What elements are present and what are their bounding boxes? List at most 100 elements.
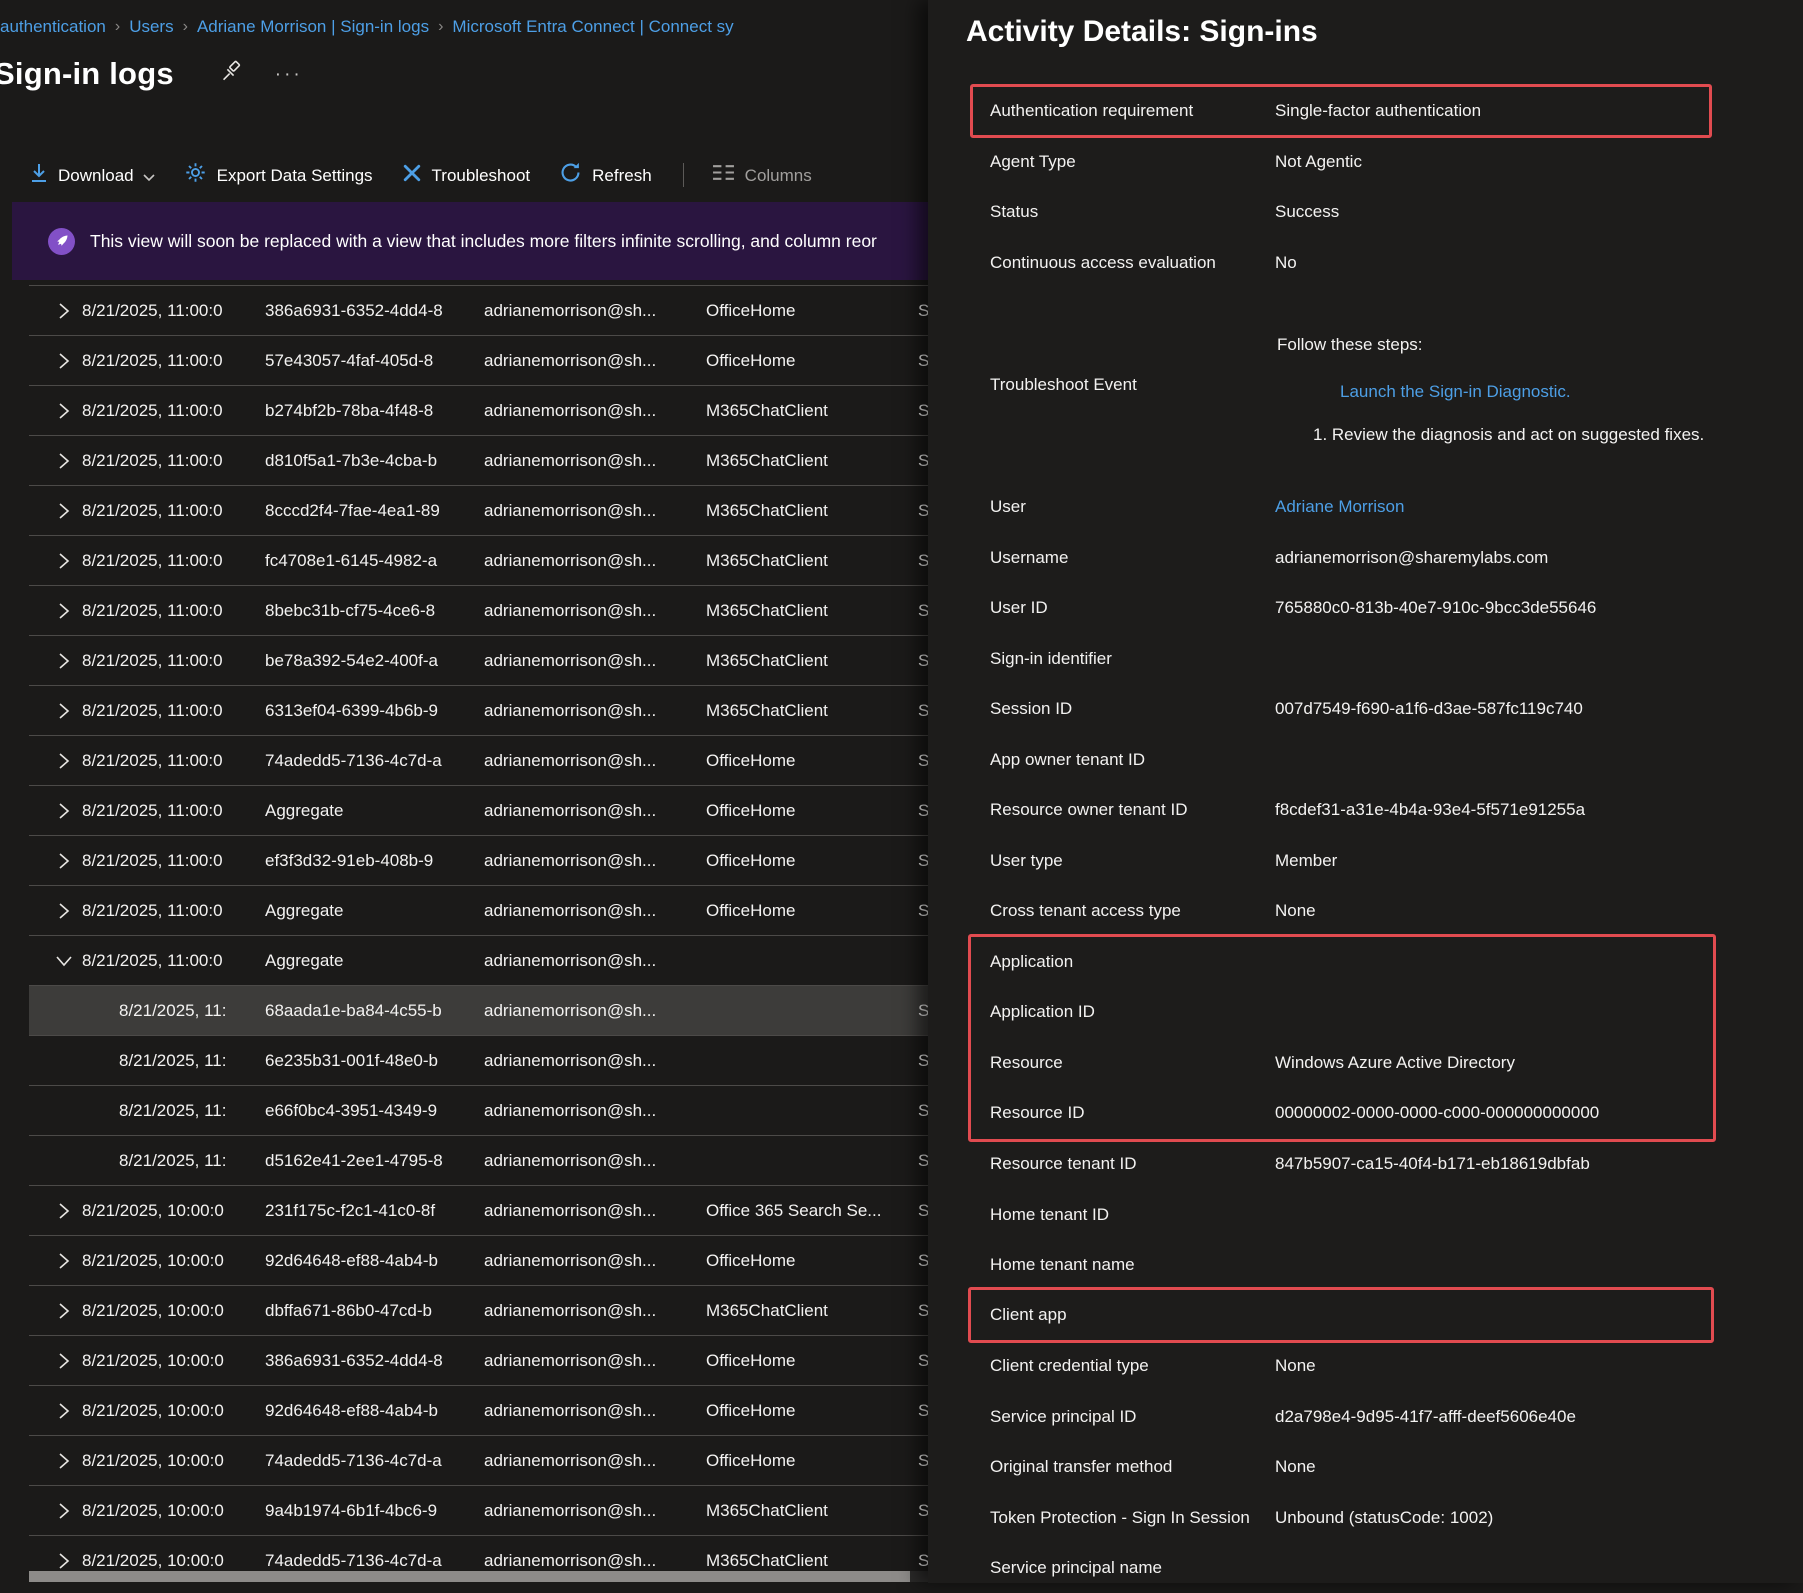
chevron-right-icon[interactable] [51,736,77,786]
table-row[interactable]: 8/21/2025, 11:00:074adedd5-7136-4c7d-aad… [29,735,928,785]
row-username: adrianemorrison@sh... [484,736,656,786]
detail-value: No [1275,253,1297,273]
chevron-right-icon[interactable] [51,386,77,436]
row-application: M365ChatClient [706,636,828,686]
detail-value: None [1275,1356,1316,1376]
row-date: 8/21/2025, 11:00:0 [82,636,223,686]
detail-value: Success [1275,202,1339,222]
table-row[interactable]: 8/21/2025, 11:00:0fc4708e1-6145-4982-aad… [29,535,928,585]
chevron-right-icon[interactable] [51,686,77,736]
row-request-id: e66f0bc4-3951-4349-9 [265,1086,437,1136]
detail-row: Sign-in identifier [990,634,1772,684]
detail-row: Original transfer methodNone [990,1442,1772,1492]
table-row[interactable]: 8/21/2025, 10:00:0231f175c-f2c1-41c0-8fa… [29,1185,928,1235]
row-application: M365ChatClient [706,1286,828,1336]
row-date: 8/21/2025, 11:00:0 [82,536,223,586]
table-row[interactable]: 8/21/2025, 11:00:0d810f5a1-7b3e-4cba-bad… [29,435,928,485]
chevron-right-icon[interactable] [51,836,77,886]
horizontal-scrollbar-thumb[interactable] [29,1571,910,1582]
row-username: adrianemorrison@sh... [484,936,656,986]
row-request-id: ef3f3d32-91eb-408b-9 [265,836,433,886]
chevron-right-icon[interactable] [51,1286,77,1336]
chevron-down-icon[interactable] [51,936,77,986]
table-row[interactable]: 8/21/2025, 11:00:08cccd2f4-7fae-4ea1-89a… [29,485,928,535]
table-row[interactable]: 8/21/2025, 11:00:08bebc31b-cf75-4ce6-8ad… [29,585,928,635]
detail-row: App owner tenant ID [990,735,1772,785]
row-username: adrianemorrison@sh... [484,886,656,936]
detail-row: Authentication requirementSingle-factor … [990,86,1772,136]
chevron-right-icon[interactable] [51,436,77,486]
chevron-right-icon[interactable] [51,1436,77,1486]
table-row[interactable]: 8/21/2025, 11:00:0be78a392-54e2-400f-aad… [29,635,928,685]
sign-in-table: 8/21/2025, 11:00:0386a6931-6352-4dd4-8ad… [0,0,928,1583]
table-row[interactable]: 8/21/2025, 11:00:0b274bf2b-78ba-4f48-8ad… [29,385,928,435]
detail-label: Home tenant ID [990,1205,1275,1225]
row-application: OfficeHome [706,286,795,336]
row-date: 8/21/2025, 10:00:0 [82,1186,224,1236]
chevron-right-icon[interactable] [51,586,77,636]
detail-value: Single-factor authentication [1275,101,1481,121]
table-row[interactable]: 8/21/2025, 11:d5162e41-2ee1-4795-8adrian… [29,1135,928,1185]
detail-value-link[interactable]: Adriane Morrison [1275,497,1404,517]
chevron-right-icon[interactable] [51,1236,77,1286]
row-application: M365ChatClient [706,686,828,736]
detail-row: UserAdriane Morrison [990,482,1772,532]
row-date: 8/21/2025, 10:00:0 [82,1336,224,1386]
row-username: adrianemorrison@sh... [484,1136,656,1186]
chevron-right-icon[interactable] [51,1386,77,1436]
row-username: adrianemorrison@sh... [484,636,656,686]
row-username: adrianemorrison@sh... [484,1336,656,1386]
detail-value: None [1275,1457,1316,1477]
row-application: OfficeHome [706,886,795,936]
chevron-right-icon[interactable] [51,486,77,536]
row-username: adrianemorrison@sh... [484,1036,656,1086]
table-row[interactable]: 8/21/2025, 10:00:092d64648-ef88-4ab4-bad… [29,1385,928,1435]
table-row[interactable]: 8/21/2025, 11:68aada1e-ba84-4c55-badrian… [29,985,928,1035]
row-date: 8/21/2025, 10:00:0 [82,1436,224,1486]
detail-value: 847b5907-ca15-40f4-b171-eb18619dbfab [1275,1154,1590,1174]
chevron-right-icon[interactable] [51,336,77,386]
row-request-id: d5162e41-2ee1-4795-8 [265,1136,443,1186]
chevron-right-icon[interactable] [51,1336,77,1386]
table-row[interactable]: 8/21/2025, 11:00:057e43057-4faf-405d-8ad… [29,335,928,385]
chevron-right-icon[interactable] [51,536,77,586]
row-request-id: 74adedd5-7136-4c7d-a [265,1436,442,1486]
chevron-right-icon[interactable] [51,286,77,336]
row-username: adrianemorrison@sh... [484,1386,656,1436]
detail-label: Application [990,952,1275,972]
table-row[interactable]: 8/21/2025, 10:00:09a4b1974-6b1f-4bc6-9ad… [29,1485,928,1535]
row-request-id: d810f5a1-7b3e-4cba-b [265,436,437,486]
table-row[interactable]: 8/21/2025, 10:00:074adedd5-7136-4c7d-aad… [29,1435,928,1485]
table-row[interactable]: 8/21/2025, 11:6e235b31-001f-48e0-badrian… [29,1035,928,1085]
detail-label: User [990,497,1275,517]
table-row[interactable]: 8/21/2025, 11:00:0Aggregateadrianemorris… [29,935,928,985]
table-row[interactable]: 8/21/2025, 10:00:092d64648-ef88-4ab4-bad… [29,1235,928,1285]
detail-value: Member [1275,851,1337,871]
table-row[interactable]: 8/21/2025, 11:00:0Aggregateadrianemorris… [29,885,928,935]
sign-in-diagnostic-link[interactable]: Launch the Sign-in Diagnostic. [1340,377,1571,407]
chevron-right-icon[interactable] [51,886,77,936]
horizontal-scrollbar [29,1571,928,1582]
chevron-right-icon[interactable] [51,1186,77,1236]
detail-label: Resource owner tenant ID [990,800,1275,820]
chevron-right-icon[interactable] [51,786,77,836]
table-row[interactable]: 8/21/2025, 11:00:06313ef04-6399-4b6b-9ad… [29,685,928,735]
row-date: 8/21/2025, 11:00:0 [82,286,223,336]
detail-value: f8cdef31-a31e-4b4a-93e4-5f571e91255a [1275,800,1585,820]
chevron-right-icon[interactable] [51,1486,77,1536]
row-application: M365ChatClient [706,536,828,586]
row-request-id: 57e43057-4faf-405d-8 [265,336,433,386]
row-request-id: Aggregate [265,936,343,986]
row-username: adrianemorrison@sh... [484,1236,656,1286]
table-row[interactable]: 8/21/2025, 11:e66f0bc4-3951-4349-9adrian… [29,1085,928,1135]
table-row[interactable]: 8/21/2025, 11:00:0386a6931-6352-4dd4-8ad… [29,285,928,335]
table-row[interactable]: 8/21/2025, 11:00:0ef3f3d32-91eb-408b-9ad… [29,835,928,885]
table-row[interactable]: 8/21/2025, 11:00:0Aggregateadrianemorris… [29,785,928,835]
table-row[interactable]: 8/21/2025, 10:00:0dbffa671-86b0-47cd-bad… [29,1285,928,1335]
row-application: OfficeHome [706,1436,795,1486]
detail-value: adrianemorrison@sharemylabs.com [1275,548,1548,568]
chevron-right-icon[interactable] [51,636,77,686]
table-row[interactable]: 8/21/2025, 10:00:0386a6931-6352-4dd4-8ad… [29,1335,928,1385]
detail-row: Application [990,937,1772,987]
row-username: adrianemorrison@sh... [484,1286,656,1336]
